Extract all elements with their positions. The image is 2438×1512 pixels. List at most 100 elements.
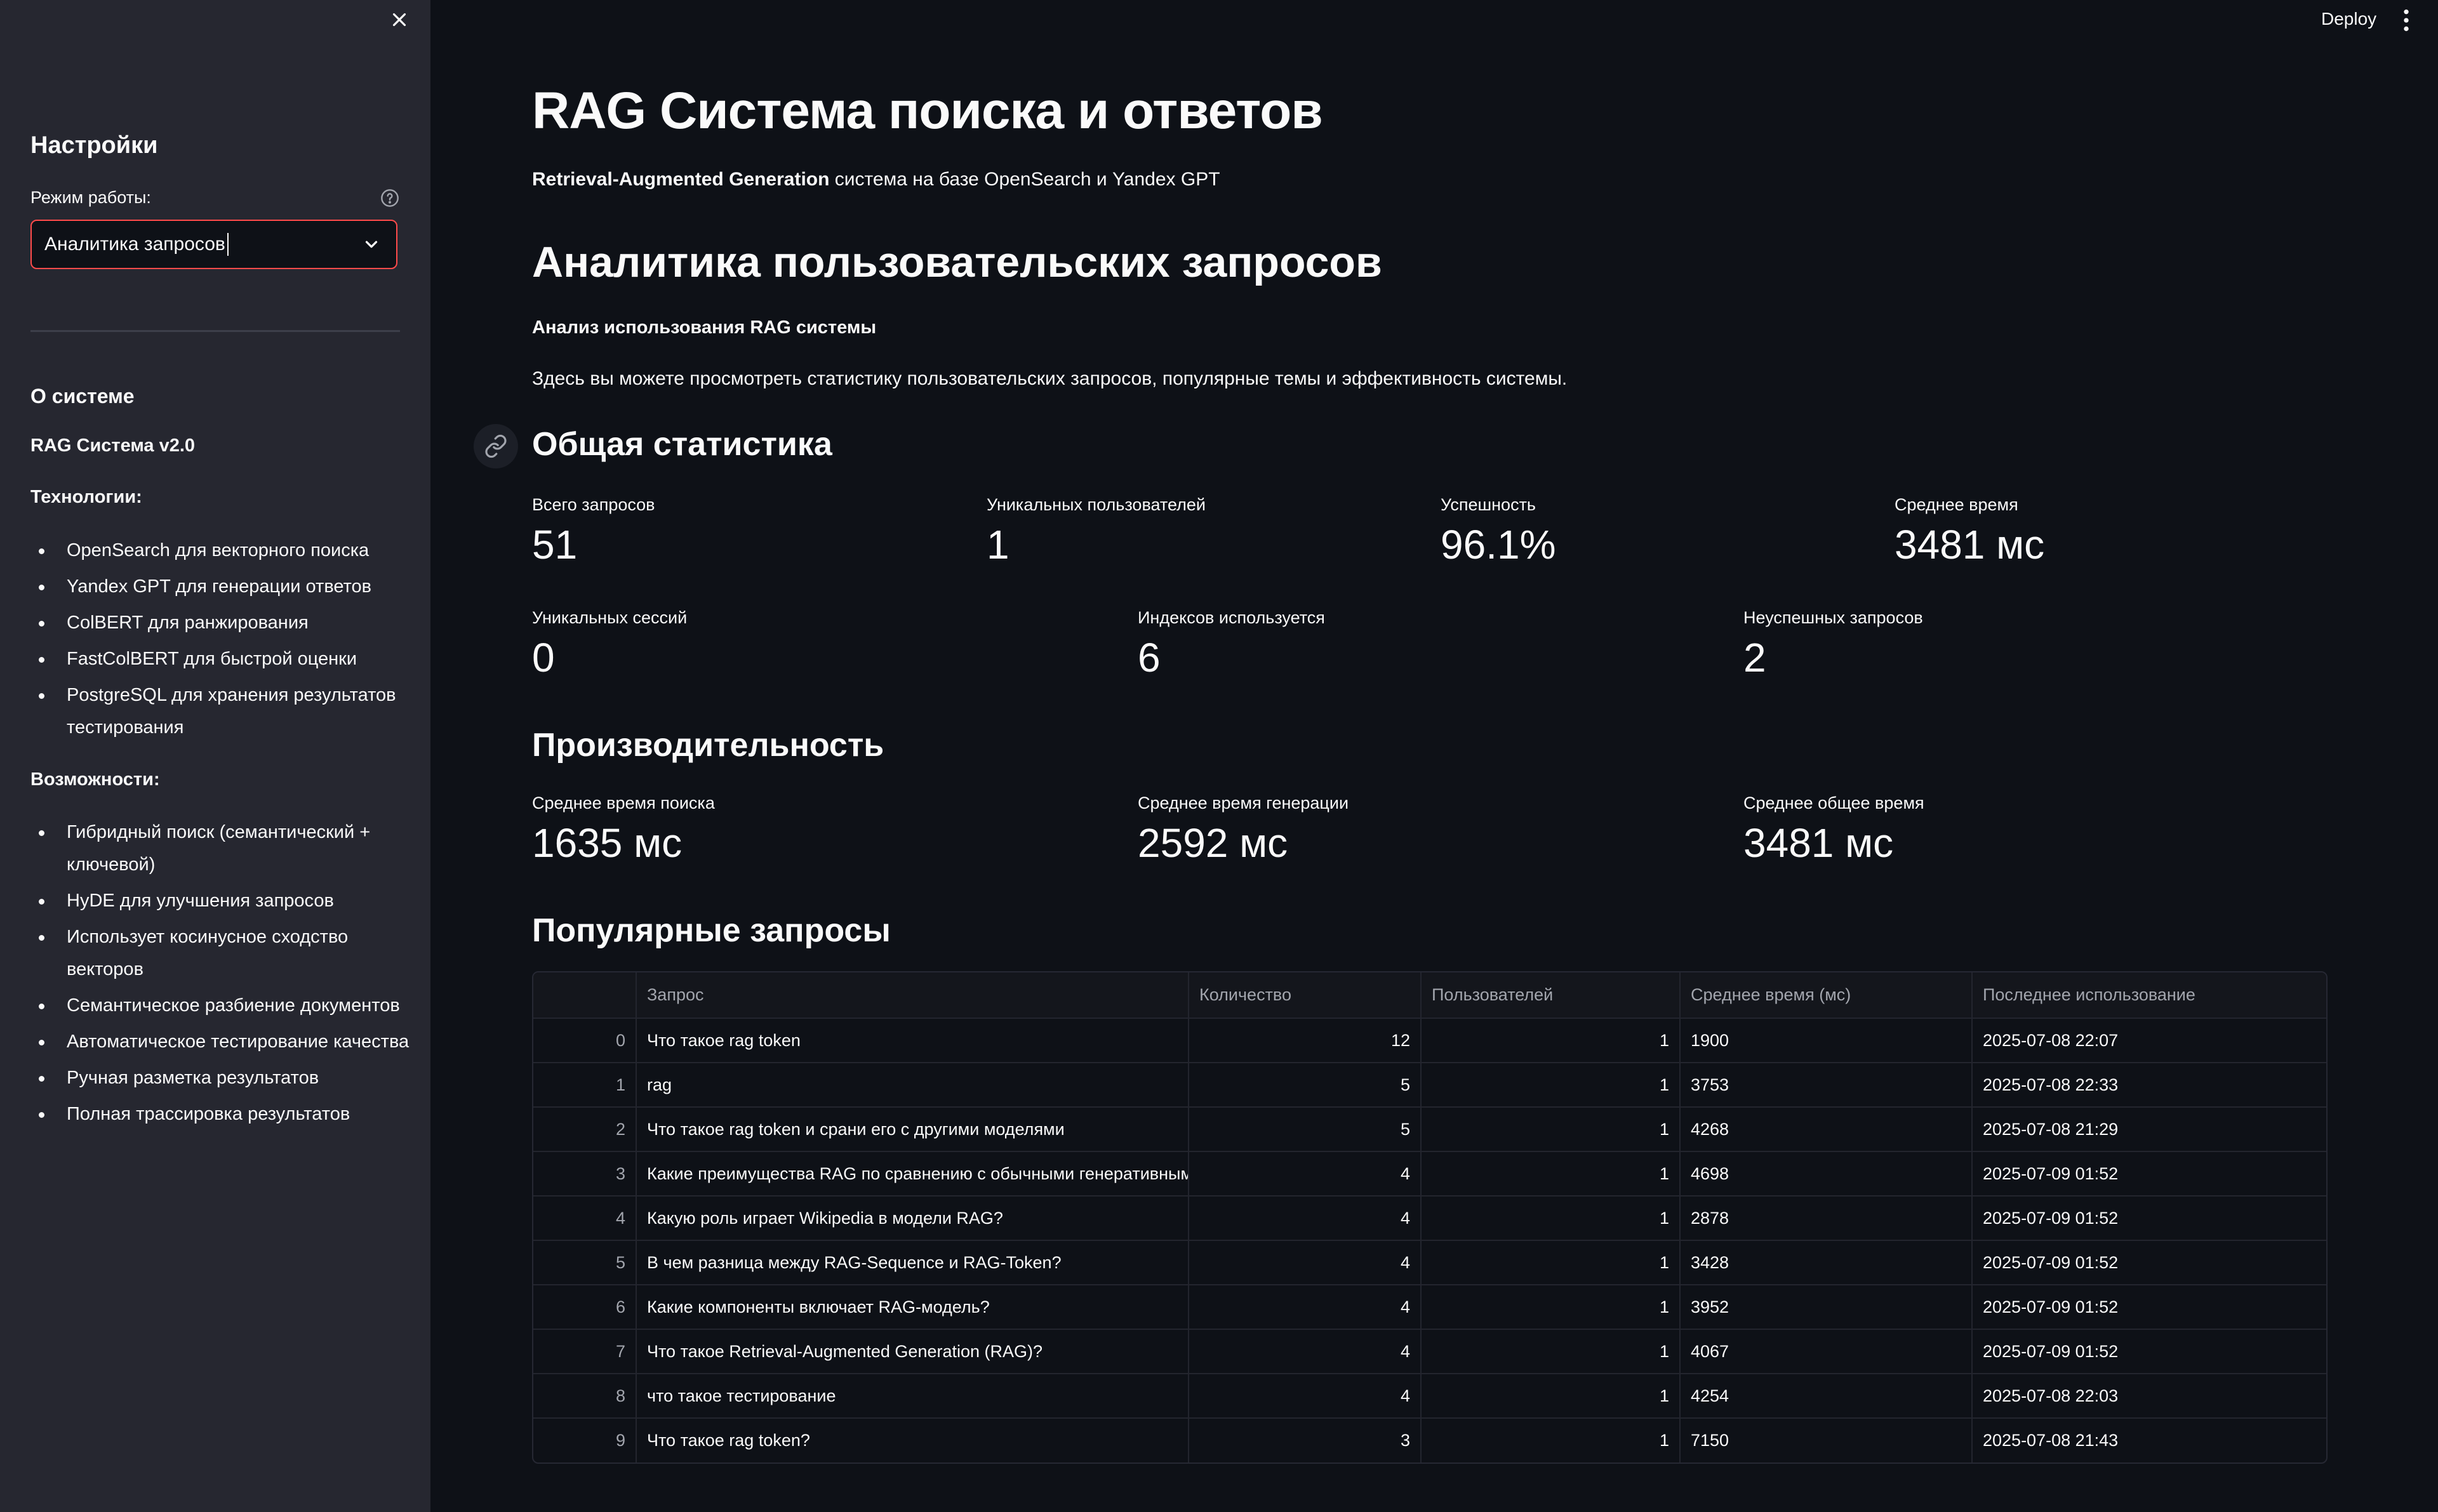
anchor-link-icon[interactable] <box>474 424 518 468</box>
column-header-index[interactable] <box>533 972 637 1019</box>
metric-label: Уникальных сессий <box>532 608 688 627</box>
analysis-subtitle: Анализ использования RAG системы <box>532 317 877 338</box>
column-header-count[interactable]: Количество <box>1188 972 1422 1019</box>
help-icon[interactable] <box>380 188 400 208</box>
list-item: Использует косинусное сходство векторов <box>39 921 422 986</box>
metric-label: Индексов используется <box>1138 608 1325 627</box>
metric-success-rate: Успешность 96.1% <box>1441 495 1555 567</box>
mode-select[interactable]: Аналитика запросов <box>30 220 397 269</box>
list-item: ColBERT для ранжирования <box>39 607 422 639</box>
performance-title: Производительность <box>532 727 884 764</box>
count-cell[interactable]: 4 <box>1188 1284 1422 1330</box>
metric-generation-time: Среднее время генерации 2592 мс <box>1138 793 1349 865</box>
page-title: RAG Система поиска и ответов <box>532 82 1323 140</box>
last-used-cell[interactable]: 2025-07-09 01:52 <box>1971 1240 2326 1285</box>
query-cell[interactable]: Какие компоненты включает RAG-модель? <box>636 1284 1189 1330</box>
users-cell[interactable]: 1 <box>1420 1106 1681 1152</box>
last-used-cell[interactable]: 2025-07-08 22:33 <box>1971 1062 2326 1108</box>
last-used-cell[interactable]: 2025-07-08 22:03 <box>1971 1373 2326 1419</box>
list-item: PostgreSQL для хранения результатов тест… <box>39 679 422 744</box>
count-cell[interactable]: 3 <box>1188 1417 1422 1462</box>
count-cell[interactable]: 4 <box>1188 1329 1422 1374</box>
popular-queries-table[interactable]: Запрос Количество Пользователей Среднее … <box>532 971 2328 1464</box>
features-list: Гибридный поиск (семантический + ключево… <box>30 816 422 1131</box>
count-cell[interactable]: 4 <box>1188 1195 1422 1241</box>
last-used-cell[interactable]: 2025-07-08 21:43 <box>1971 1417 2326 1462</box>
page-subtitle: Retrieval-Augmented Generation система н… <box>532 169 1220 190</box>
users-cell[interactable]: 1 <box>1420 1284 1681 1330</box>
avg-time-cell[interactable]: 3428 <box>1679 1240 1973 1285</box>
query-cell[interactable]: Что такое rag token и срани его с другим… <box>636 1106 1189 1152</box>
row-index: 3 <box>533 1151 637 1197</box>
users-cell[interactable]: 1 <box>1420 1062 1681 1108</box>
main-menu-icon[interactable] <box>2401 8 2411 33</box>
avg-time-cell[interactable]: 2878 <box>1679 1195 1973 1241</box>
count-cell[interactable]: 5 <box>1188 1062 1422 1108</box>
text-cursor <box>227 233 229 256</box>
count-cell[interactable]: 4 <box>1188 1240 1422 1285</box>
avg-time-cell[interactable]: 3952 <box>1679 1284 1973 1330</box>
avg-time-cell[interactable]: 4698 <box>1679 1151 1973 1197</box>
query-cell[interactable]: Что такое Retrieval-Augmented Generation… <box>636 1329 1189 1374</box>
avg-time-cell[interactable]: 4268 <box>1679 1106 1973 1152</box>
query-cell[interactable]: Что такое rag token? <box>636 1417 1189 1462</box>
analytics-title: Аналитика пользовательских запросов <box>532 238 1382 286</box>
table-row: 8 что такое тестирование 4 1 4254 2025-0… <box>533 1373 2326 1419</box>
metric-label: Среднее время генерации <box>1138 793 1349 812</box>
count-cell[interactable]: 4 <box>1188 1373 1422 1419</box>
row-index: 6 <box>533 1284 637 1330</box>
column-header-users[interactable]: Пользователей <box>1420 972 1681 1019</box>
last-used-cell[interactable]: 2025-07-09 01:52 <box>1971 1284 2326 1330</box>
column-header-last-used[interactable]: Последнее использование <box>1971 972 2326 1019</box>
table-row: 9 Что такое rag token? 3 1 7150 2025-07-… <box>533 1417 2326 1462</box>
avg-time-cell[interactable]: 4067 <box>1679 1329 1973 1374</box>
metric-value: 3481 мс <box>1743 820 1894 866</box>
list-item: Ручная разметка результатов <box>39 1062 422 1094</box>
query-cell[interactable]: В чем разница между RAG-Sequence и RAG-T… <box>636 1240 1189 1285</box>
users-cell[interactable]: 1 <box>1420 1151 1681 1197</box>
row-index: 4 <box>533 1195 637 1241</box>
query-cell[interactable]: Что такое rag token <box>636 1018 1189 1063</box>
metric-value: 0 <box>532 635 555 680</box>
close-sidebar-icon[interactable] <box>389 9 410 30</box>
query-cell[interactable]: что такое тестирование <box>636 1373 1189 1419</box>
avg-time-cell[interactable]: 1900 <box>1679 1018 1973 1063</box>
list-item: Гибридный поиск (семантический + ключево… <box>39 816 422 881</box>
users-cell[interactable]: 1 <box>1420 1240 1681 1285</box>
last-used-cell[interactable]: 2025-07-08 21:29 <box>1971 1106 2326 1152</box>
metric-label: Всего запросов <box>532 495 655 514</box>
last-used-cell[interactable]: 2025-07-09 01:52 <box>1971 1151 2326 1197</box>
count-cell[interactable]: 12 <box>1188 1018 1422 1063</box>
metric-label: Неуспешных запросов <box>1743 608 1923 627</box>
users-cell[interactable]: 1 <box>1420 1329 1681 1374</box>
table-row: 2 Что такое rag token и срани его с друг… <box>533 1106 2326 1152</box>
last-used-cell[interactable]: 2025-07-09 01:52 <box>1971 1329 2326 1374</box>
count-cell[interactable]: 4 <box>1188 1151 1422 1197</box>
users-cell[interactable]: 1 <box>1420 1018 1681 1063</box>
last-used-cell[interactable]: 2025-07-08 22:07 <box>1971 1018 2326 1063</box>
users-cell[interactable]: 1 <box>1420 1195 1681 1241</box>
last-used-cell[interactable]: 2025-07-09 01:52 <box>1971 1195 2326 1241</box>
deploy-button[interactable]: Deploy <box>2321 9 2376 29</box>
users-cell[interactable]: 1 <box>1420 1417 1681 1462</box>
metric-label: Успешность <box>1441 495 1536 514</box>
query-cell[interactable]: rag <box>636 1062 1189 1108</box>
metric-value: 2 <box>1743 635 1766 680</box>
row-index: 5 <box>533 1240 637 1285</box>
column-header-query[interactable]: Запрос <box>636 972 1189 1019</box>
avg-time-cell[interactable]: 7150 <box>1679 1417 1973 1462</box>
query-cell[interactable]: Какие преимущества RAG по сравнению с об… <box>636 1151 1189 1197</box>
metric-value: 1635 мс <box>532 820 683 866</box>
metric-total-time: Среднее общее время 3481 мс <box>1743 793 1924 865</box>
list-item: Автоматическое тестирование качества <box>39 1026 422 1058</box>
avg-time-cell[interactable]: 4254 <box>1679 1373 1973 1419</box>
list-item: Yandex GPT для генерации ответов <box>39 571 422 603</box>
avg-time-cell[interactable]: 3753 <box>1679 1062 1973 1108</box>
column-header-avg-time[interactable]: Среднее время (мс) <box>1679 972 1973 1019</box>
table-row: 0 Что такое rag token 12 1 1900 2025-07-… <box>533 1018 2326 1063</box>
query-cell[interactable]: Какую роль играет Wikipedia в модели RAG… <box>636 1195 1189 1241</box>
users-cell[interactable]: 1 <box>1420 1373 1681 1419</box>
count-cell[interactable]: 5 <box>1188 1106 1422 1152</box>
subtitle-rest: система на базе OpenSearch и Yandex GPT <box>829 169 1220 190</box>
general-stats-title: Общая статистика <box>532 426 832 463</box>
